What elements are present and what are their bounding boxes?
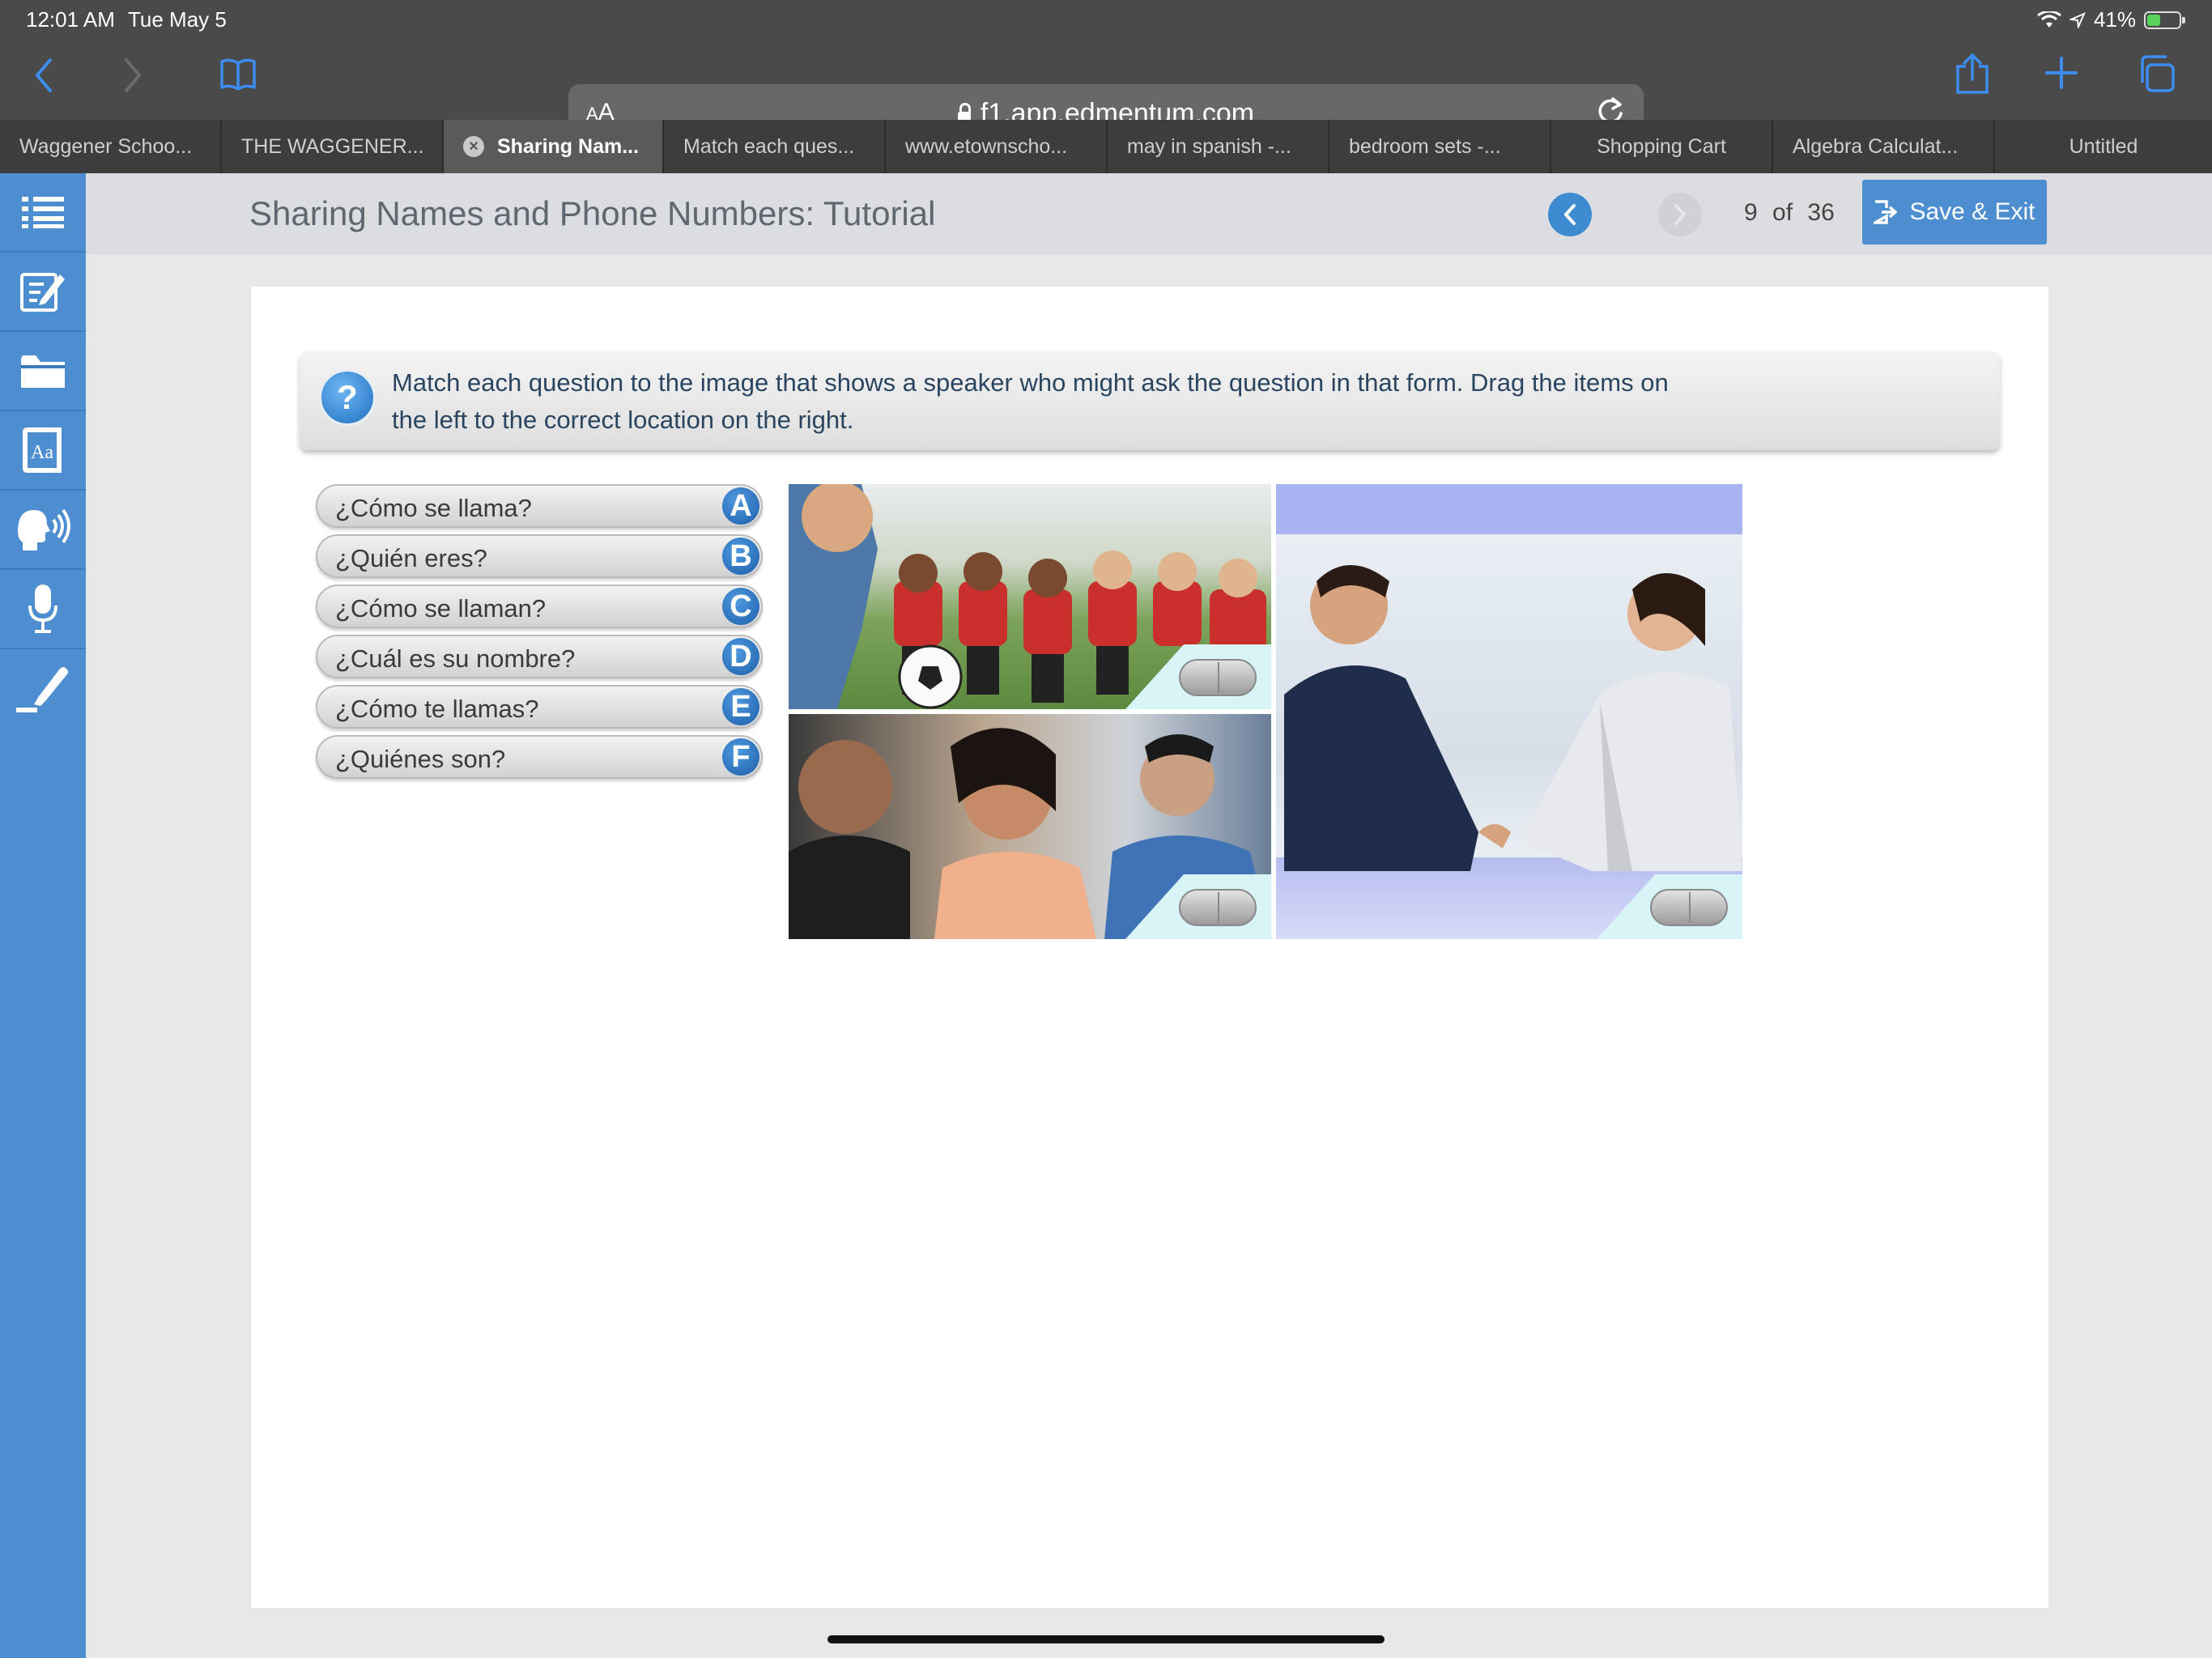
book-icon <box>220 58 256 91</box>
letter-badge: A <box>722 487 759 525</box>
drag-item-f[interactable]: ¿Quiénes son? F <box>316 735 763 779</box>
tab-shopping-cart[interactable]: Shopping Cart <box>1551 120 1773 173</box>
drop-slot-coach[interactable] <box>1179 659 1257 696</box>
coach-with-kids-photo <box>789 484 1271 709</box>
page-counter: 9 of 36 <box>1744 199 1835 226</box>
tab-sharing-names[interactable]: × Sharing Nam... <box>444 120 664 173</box>
status-time: 12:01 AM <box>26 7 115 32</box>
status-date: Tue May 5 <box>128 7 227 32</box>
letter-badge: D <box>722 638 759 675</box>
close-tab-icon[interactable]: × <box>463 136 484 157</box>
share-icon <box>1956 53 1989 94</box>
battery-icon <box>2144 11 2185 29</box>
back-button[interactable] <box>31 55 55 102</box>
drag-item-c[interactable]: ¿Cómo se llaman? C <box>316 585 763 628</box>
instruction-text: Match each question to the image that sh… <box>392 368 1669 434</box>
tab-waggener-school[interactable]: Waggener Schoo... <box>0 120 222 173</box>
exit-icon <box>1874 200 1899 224</box>
location-icon <box>2069 11 2086 28</box>
save-exit-label: Save & Exit <box>1909 198 2035 225</box>
sidebar-item-files[interactable] <box>0 332 86 411</box>
tools-sidebar: Aa <box>0 173 86 1658</box>
new-tab-button[interactable] <box>2044 55 2079 97</box>
sidebar-item-highlighter[interactable] <box>0 649 86 729</box>
drag-item-a[interactable]: ¿Cómo se llama? A <box>316 484 763 528</box>
tab-may-in-spanish[interactable]: may in spanish -... <box>1108 120 1329 173</box>
drag-item-e[interactable]: ¿Cómo te llamas? E <box>316 685 763 729</box>
sidebar-item-outline[interactable] <box>0 173 86 253</box>
status-indicators: 41% <box>2037 7 2185 32</box>
tabs-overview-button[interactable] <box>2136 53 2176 100</box>
sidebar-item-notes[interactable] <box>0 253 86 332</box>
photo-illustration <box>1284 565 1742 871</box>
drop-targets <box>789 484 1742 939</box>
status-bar: 12:01 AM Tue May 5 41% <box>0 0 2212 39</box>
drop-slot-teens[interactable] <box>1179 889 1257 926</box>
sidebar-item-text-to-speech[interactable] <box>0 491 86 570</box>
tab-untitled[interactable]: Untitled <box>1995 120 2212 173</box>
bookmarks-button[interactable] <box>219 57 257 99</box>
edit-icon <box>20 273 65 312</box>
share-button[interactable] <box>1955 52 1990 102</box>
folder-icon <box>21 355 65 388</box>
dictionary-icon: Aa <box>23 427 62 473</box>
forward-button[interactable] <box>121 55 146 102</box>
letter-badge: B <box>722 538 759 575</box>
sidebar-item-dictionary[interactable]: Aa <box>0 411 86 491</box>
tab-bar: Waggener Schoo... THE WAGGENER... × Shari… <box>0 120 2212 173</box>
wifi-icon <box>2037 11 2061 28</box>
plus-icon <box>2045 57 2078 89</box>
business-handshake-photo <box>1276 484 1742 939</box>
speak-icon <box>18 508 70 551</box>
save-exit-button[interactable]: Save & Exit <box>1862 180 2047 244</box>
previous-page-button[interactable] <box>1548 193 1592 236</box>
tabs-icon <box>2141 55 2175 92</box>
battery-percent: 41% <box>2093 7 2136 32</box>
letter-badge: F <box>722 738 759 776</box>
draggable-items: ¿Cómo se llama? A ¿Quién eres? B ¿Cómo se … <box>316 484 763 785</box>
chevron-left-icon <box>35 58 52 92</box>
instruction-box: ? Match each question to the image that … <box>300 351 2000 450</box>
home-indicator <box>827 1635 1385 1643</box>
chevron-right-icon <box>1674 204 1686 225</box>
tab-match-each-question[interactable]: Match each ques... <box>664 120 886 173</box>
microphone-icon <box>28 585 57 633</box>
list-icon <box>22 197 64 228</box>
page-title: Sharing Names and Phone Numbers: Tutoria… <box>249 194 936 232</box>
svg-text:Aa: Aa <box>31 442 53 463</box>
tab-the-waggener[interactable]: THE WAGGENER... <box>222 120 444 173</box>
sidebar-item-record[interactable] <box>0 570 86 649</box>
drag-item-d[interactable]: ¿Cuál es su nombre? D <box>316 635 763 678</box>
next-page-button[interactable] <box>1658 193 1702 236</box>
tab-bedroom-sets[interactable]: bedroom sets -... <box>1329 120 1551 173</box>
drop-slot-business[interactable] <box>1650 889 1728 926</box>
teen-group-photo <box>789 714 1271 939</box>
question-icon: ? <box>319 369 376 426</box>
highlighter-icon <box>16 667 68 712</box>
chevron-right-icon <box>125 58 142 92</box>
letter-badge: E <box>722 688 759 725</box>
activity-panel: ? Match each question to the image that … <box>251 287 2048 1608</box>
letter-badge: C <box>722 588 759 625</box>
browser-toolbar: AA f1.app.edmentum.com <box>0 39 2212 141</box>
tab-algebra-calculator[interactable]: Algebra Calculat... <box>1773 120 1995 173</box>
drag-item-b[interactable]: ¿Quién eres? B <box>316 534 763 578</box>
tab-etownschools[interactable]: www.etownscho... <box>886 120 1108 173</box>
lesson-header: Sharing Names and Phone Numbers: Tutoria… <box>86 173 2212 254</box>
chevron-left-icon <box>1564 204 1576 225</box>
